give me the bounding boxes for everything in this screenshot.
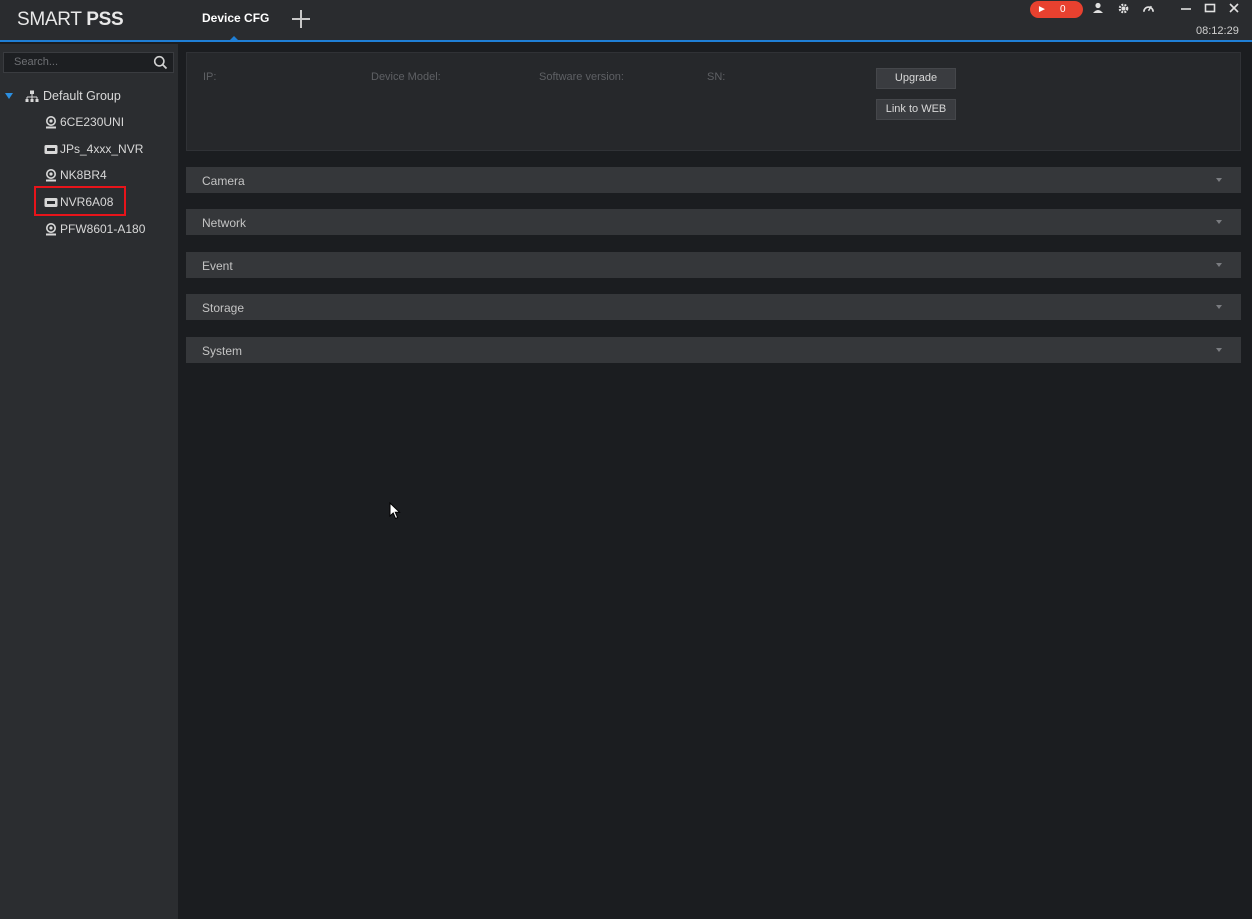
tab-device-cfg[interactable]: Device CFG (190, 0, 280, 40)
chevron-down-icon (1216, 220, 1222, 224)
device-label: 6CE230UNI (60, 115, 125, 129)
mouse-cursor-icon (389, 501, 401, 520)
section-label: Event (202, 259, 233, 273)
section-camera[interactable]: Camera (186, 167, 1241, 193)
selection-highlight-box (34, 186, 126, 216)
search-placeholder: Search... (14, 56, 59, 68)
tree-group-label: Default Group (43, 89, 121, 103)
tree-group-default[interactable]: Default Group (5, 88, 175, 106)
device-model-label: Device Model: (371, 71, 441, 83)
alarm-count: 0 (1060, 4, 1066, 15)
add-tab-icon[interactable] (290, 8, 312, 30)
ip-label: IP: (203, 71, 217, 83)
device-label: NK8BR4 (60, 168, 107, 182)
caret-down-icon[interactable] (5, 93, 13, 99)
search-icon[interactable] (153, 55, 168, 70)
chevron-down-icon (1216, 178, 1222, 182)
clock: 08:12:29 (1196, 25, 1239, 37)
user-icon[interactable] (1090, 2, 1106, 18)
performance-gauge-icon[interactable] (1140, 2, 1156, 18)
upgrade-button[interactable]: Upgrade (876, 68, 956, 89)
title-bar: SMART PSS Device CFG ► 0 08:12:29 (0, 0, 1252, 42)
section-label: Network (202, 216, 247, 230)
chevron-down-icon (1216, 263, 1222, 267)
minimize-icon[interactable] (1178, 2, 1194, 18)
tab-active-indicator (230, 36, 238, 40)
gear-icon[interactable] (1115, 2, 1131, 18)
chevron-down-icon (1216, 305, 1222, 309)
chevron-down-icon (1216, 348, 1222, 352)
tree-device-pfw8601-a180[interactable]: PFW8601-A180 (44, 221, 174, 239)
app-logo: SMART PSS (17, 9, 124, 30)
nvr-icon (44, 143, 58, 156)
tab-label: Device CFG (202, 11, 270, 25)
section-label: System (202, 344, 243, 358)
sn-label: SN: (707, 71, 726, 83)
group-icon (25, 90, 39, 103)
device-tree-sidebar: Search... Default Group 6CE230UNI JPs_4x… (0, 44, 178, 919)
section-label: Camera (202, 174, 245, 188)
section-storage[interactable]: Storage (186, 294, 1241, 320)
maximize-icon[interactable] (1202, 2, 1218, 18)
section-label: Storage (202, 301, 245, 315)
device-config-panel: IP: Device Model: Software version: SN: … (178, 44, 1252, 919)
device-label: PFW8601-A180 (60, 222, 146, 236)
camera-icon (44, 223, 58, 236)
section-system[interactable]: System (186, 337, 1241, 363)
camera-icon (44, 116, 58, 129)
device-label: JPs_4xxx_NVR (60, 142, 144, 156)
tree-device-6ce230uni[interactable]: 6CE230UNI (44, 114, 174, 132)
speaker-icon: ► (1037, 4, 1047, 15)
section-event[interactable]: Event (186, 252, 1241, 278)
link-to-web-button[interactable]: Link to WEB (876, 99, 956, 120)
tree-device-nk8br4[interactable]: NK8BR4 (44, 167, 174, 185)
camera-icon (44, 169, 58, 182)
tree-device-jps-4xxx-nvr[interactable]: JPs_4xxx_NVR (44, 141, 174, 159)
search-input[interactable]: Search... (3, 52, 174, 73)
software-version-label: Software version: (539, 71, 624, 83)
close-icon[interactable] (1226, 2, 1242, 18)
device-info-panel: IP: Device Model: Software version: SN: … (186, 52, 1241, 151)
alarm-button[interactable]: ► 0 (1030, 1, 1083, 18)
section-network[interactable]: Network (186, 209, 1241, 235)
